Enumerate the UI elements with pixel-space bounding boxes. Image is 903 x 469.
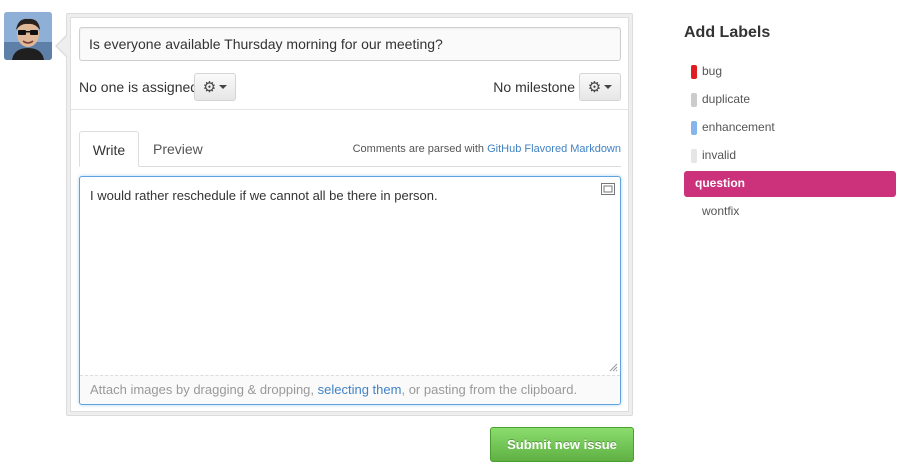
chevron-down-icon bbox=[219, 85, 228, 89]
composer-pointer-fill bbox=[57, 35, 68, 57]
issue-meta-bar: No one is assigned ⚙ No milestone ⚙ bbox=[79, 73, 621, 101]
comment-editor: Attach images by dragging & dropping, se… bbox=[79, 176, 621, 405]
select-files-link[interactable]: selecting them bbox=[318, 382, 402, 397]
label-item-wontfix[interactable]: wontfix bbox=[684, 199, 896, 225]
labels-heading: Add Labels bbox=[684, 24, 771, 41]
label-name: wontfix bbox=[702, 204, 740, 218]
tab-write[interactable]: Write bbox=[79, 131, 139, 167]
attach-images-zone[interactable]: Attach images by dragging & dropping, se… bbox=[80, 375, 620, 404]
markdown-note-text: Comments are parsed with bbox=[352, 143, 488, 155]
label-name: bug bbox=[702, 64, 723, 78]
attach-text-suffix: , or pasting from the clipboard. bbox=[401, 382, 578, 397]
markdown-note: Comments are parsed with GitHub Flavored… bbox=[353, 143, 621, 155]
label-name: duplicate bbox=[702, 92, 751, 106]
composer-body: No one is assigned ⚙ No milestone ⚙ Writ… bbox=[70, 17, 629, 412]
label-item-question[interactable]: question bbox=[684, 171, 896, 197]
divider bbox=[71, 109, 628, 110]
gear-icon: ⚙ bbox=[202, 78, 217, 96]
label-name: enhancement bbox=[702, 120, 775, 134]
assignee-gear-button[interactable]: ⚙ bbox=[194, 73, 236, 101]
resize-handle-icon[interactable] bbox=[609, 363, 618, 372]
label-item-invalid[interactable]: invalid bbox=[684, 143, 896, 169]
chevron-down-icon bbox=[604, 85, 613, 89]
editor-tabs: Write Preview Comments are parsed with G… bbox=[79, 131, 621, 167]
gear-icon: ⚙ bbox=[587, 78, 602, 96]
milestone-gear-button[interactable]: ⚙ bbox=[579, 73, 621, 101]
label-color-swatch bbox=[691, 93, 697, 107]
tab-preview[interactable]: Preview bbox=[141, 131, 215, 167]
issue-composer: No one is assigned ⚙ No milestone ⚙ Writ… bbox=[55, 13, 633, 416]
assignee-status: No one is assigned bbox=[79, 79, 199, 95]
attach-text-prefix: Attach images by dragging & dropping, bbox=[90, 382, 318, 397]
label-color-swatch bbox=[691, 149, 697, 163]
issue-title-input[interactable] bbox=[79, 27, 621, 61]
label-color-swatch bbox=[691, 205, 697, 219]
submit-issue-button[interactable]: Submit new issue bbox=[490, 427, 634, 462]
label-name: question bbox=[695, 176, 745, 190]
label-list: bug duplicate enhancement invalid question wo… bbox=[684, 59, 896, 225]
avatar[interactable] bbox=[4, 12, 52, 60]
label-item-enhancement[interactable]: enhancement bbox=[684, 115, 896, 141]
milestone-status: No milestone bbox=[493, 79, 575, 95]
fullscreen-icon[interactable] bbox=[601, 183, 615, 195]
avatar-image bbox=[4, 12, 52, 60]
markdown-help-link[interactable]: GitHub Flavored Markdown bbox=[487, 143, 621, 155]
labels-panel: Add Labels bug duplicate enhancement invali… bbox=[684, 24, 896, 227]
comment-body-textarea[interactable] bbox=[80, 177, 620, 375]
label-name: invalid bbox=[702, 148, 737, 162]
label-item-duplicate[interactable]: duplicate bbox=[684, 87, 896, 113]
label-item-bug[interactable]: bug bbox=[684, 59, 896, 85]
label-color-swatch bbox=[691, 65, 697, 79]
label-color-swatch bbox=[691, 121, 697, 135]
